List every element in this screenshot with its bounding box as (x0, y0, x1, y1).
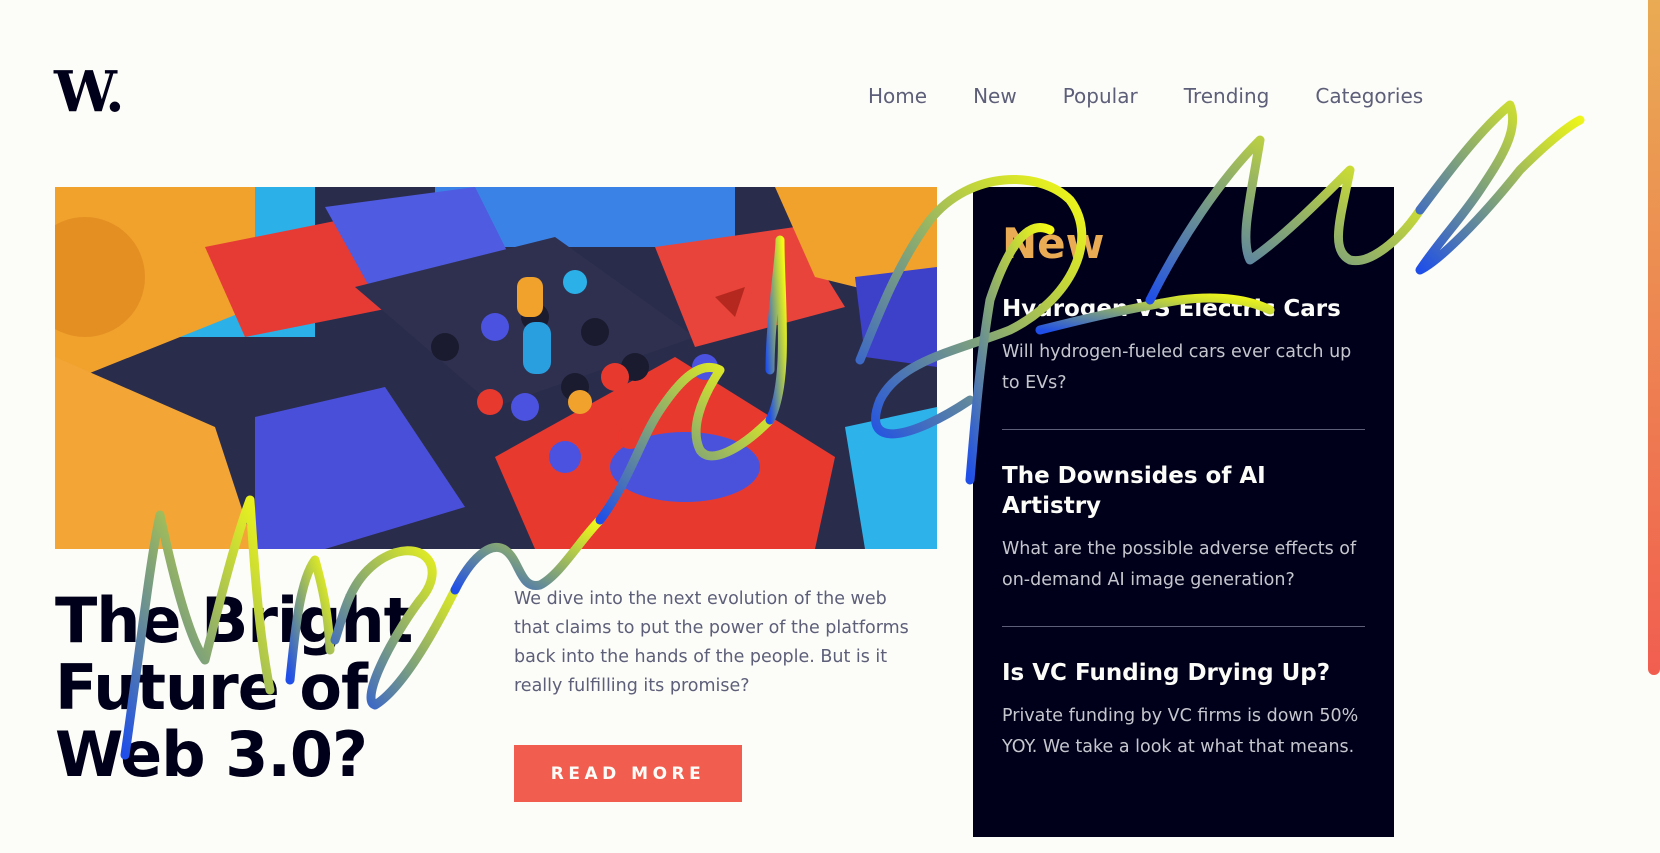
news-item-title[interactable]: Is VC Funding Drying Up? (1002, 659, 1365, 689)
nav-popular[interactable]: Popular (1063, 84, 1138, 108)
news-item-description: Will hydrogen-fueled cars ever catch up … (1002, 341, 1352, 393)
news-item-description: What are the possible adverse effects of… (1002, 538, 1357, 590)
hero-image-blocks-illustration (55, 187, 937, 549)
site-logo[interactable]: W. (54, 64, 125, 120)
news-item-title[interactable]: Hydrogen VS Electric Cars (1002, 295, 1365, 325)
hero-description: We dive into the next evolution of the w… (514, 589, 909, 696)
news-item-hydrogen[interactable]: Hydrogen VS Electric Cars Will hydrogen-… (1002, 295, 1365, 430)
new-panel-heading: New (1002, 219, 1105, 268)
main-nav: Home New Popular Trending Categories (868, 84, 1423, 108)
news-item-title[interactable]: The Downsides of AI Artistry (1002, 462, 1365, 522)
news-item-ai-artistry[interactable]: The Downsides of AI Artistry What are th… (1002, 462, 1365, 627)
read-more-button[interactable]: READ MORE (514, 745, 742, 802)
nav-categories[interactable]: Categories (1315, 84, 1423, 108)
new-articles-panel: New Hydrogen VS Electric Cars Will hydro… (973, 187, 1394, 837)
news-item-vc-funding[interactable]: Is VC Funding Drying Up? Private funding… (1002, 659, 1365, 793)
page-scrollbar[interactable] (1648, 0, 1660, 675)
hero-title: The Bright Future of Web 3.0? (55, 584, 413, 791)
nav-trending[interactable]: Trending (1184, 84, 1270, 108)
news-item-description: Private funding by VC firms is down 50% … (1002, 705, 1359, 757)
nav-home[interactable]: Home (868, 84, 927, 108)
hero-image (55, 187, 937, 549)
nav-new[interactable]: New (973, 84, 1017, 108)
